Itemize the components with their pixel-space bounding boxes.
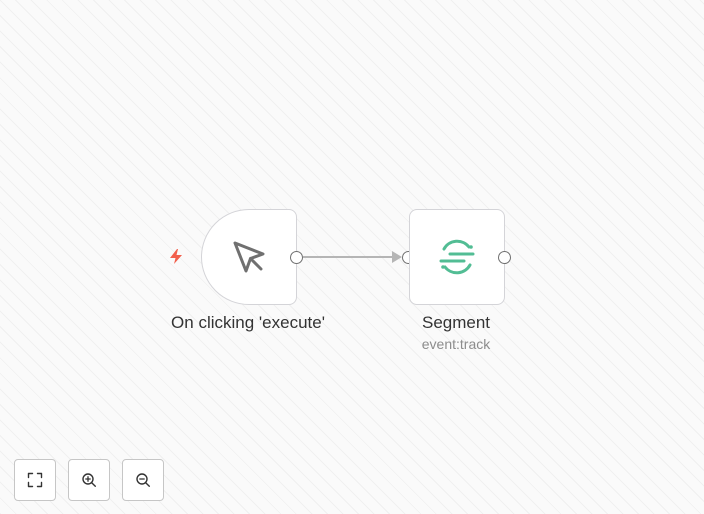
zoom-out-button[interactable] (122, 459, 164, 501)
fullscreen-icon (27, 472, 43, 488)
segment-logo-icon (439, 239, 475, 275)
cursor-icon (233, 241, 265, 273)
segment-output-handle[interactable] (498, 251, 511, 264)
segment-node-subtitle: event:track (421, 336, 491, 352)
trigger-bolt-icon (170, 249, 182, 264)
zoom-out-icon (136, 473, 151, 488)
trigger-node[interactable] (201, 209, 297, 305)
fit-view-button[interactable] (14, 459, 56, 501)
segment-node[interactable] (409, 209, 505, 305)
segment-node-label: Segment (421, 313, 491, 332)
zoom-in-icon (82, 473, 97, 488)
trigger-node-label: On clicking 'execute' (171, 313, 325, 332)
trigger-output-handle[interactable] (290, 251, 303, 264)
connection-line[interactable] (0, 0, 704, 514)
zoom-in-button[interactable] (68, 459, 110, 501)
workflow-canvas[interactable]: On clicking 'execute' Segment event:trac… (0, 0, 704, 514)
